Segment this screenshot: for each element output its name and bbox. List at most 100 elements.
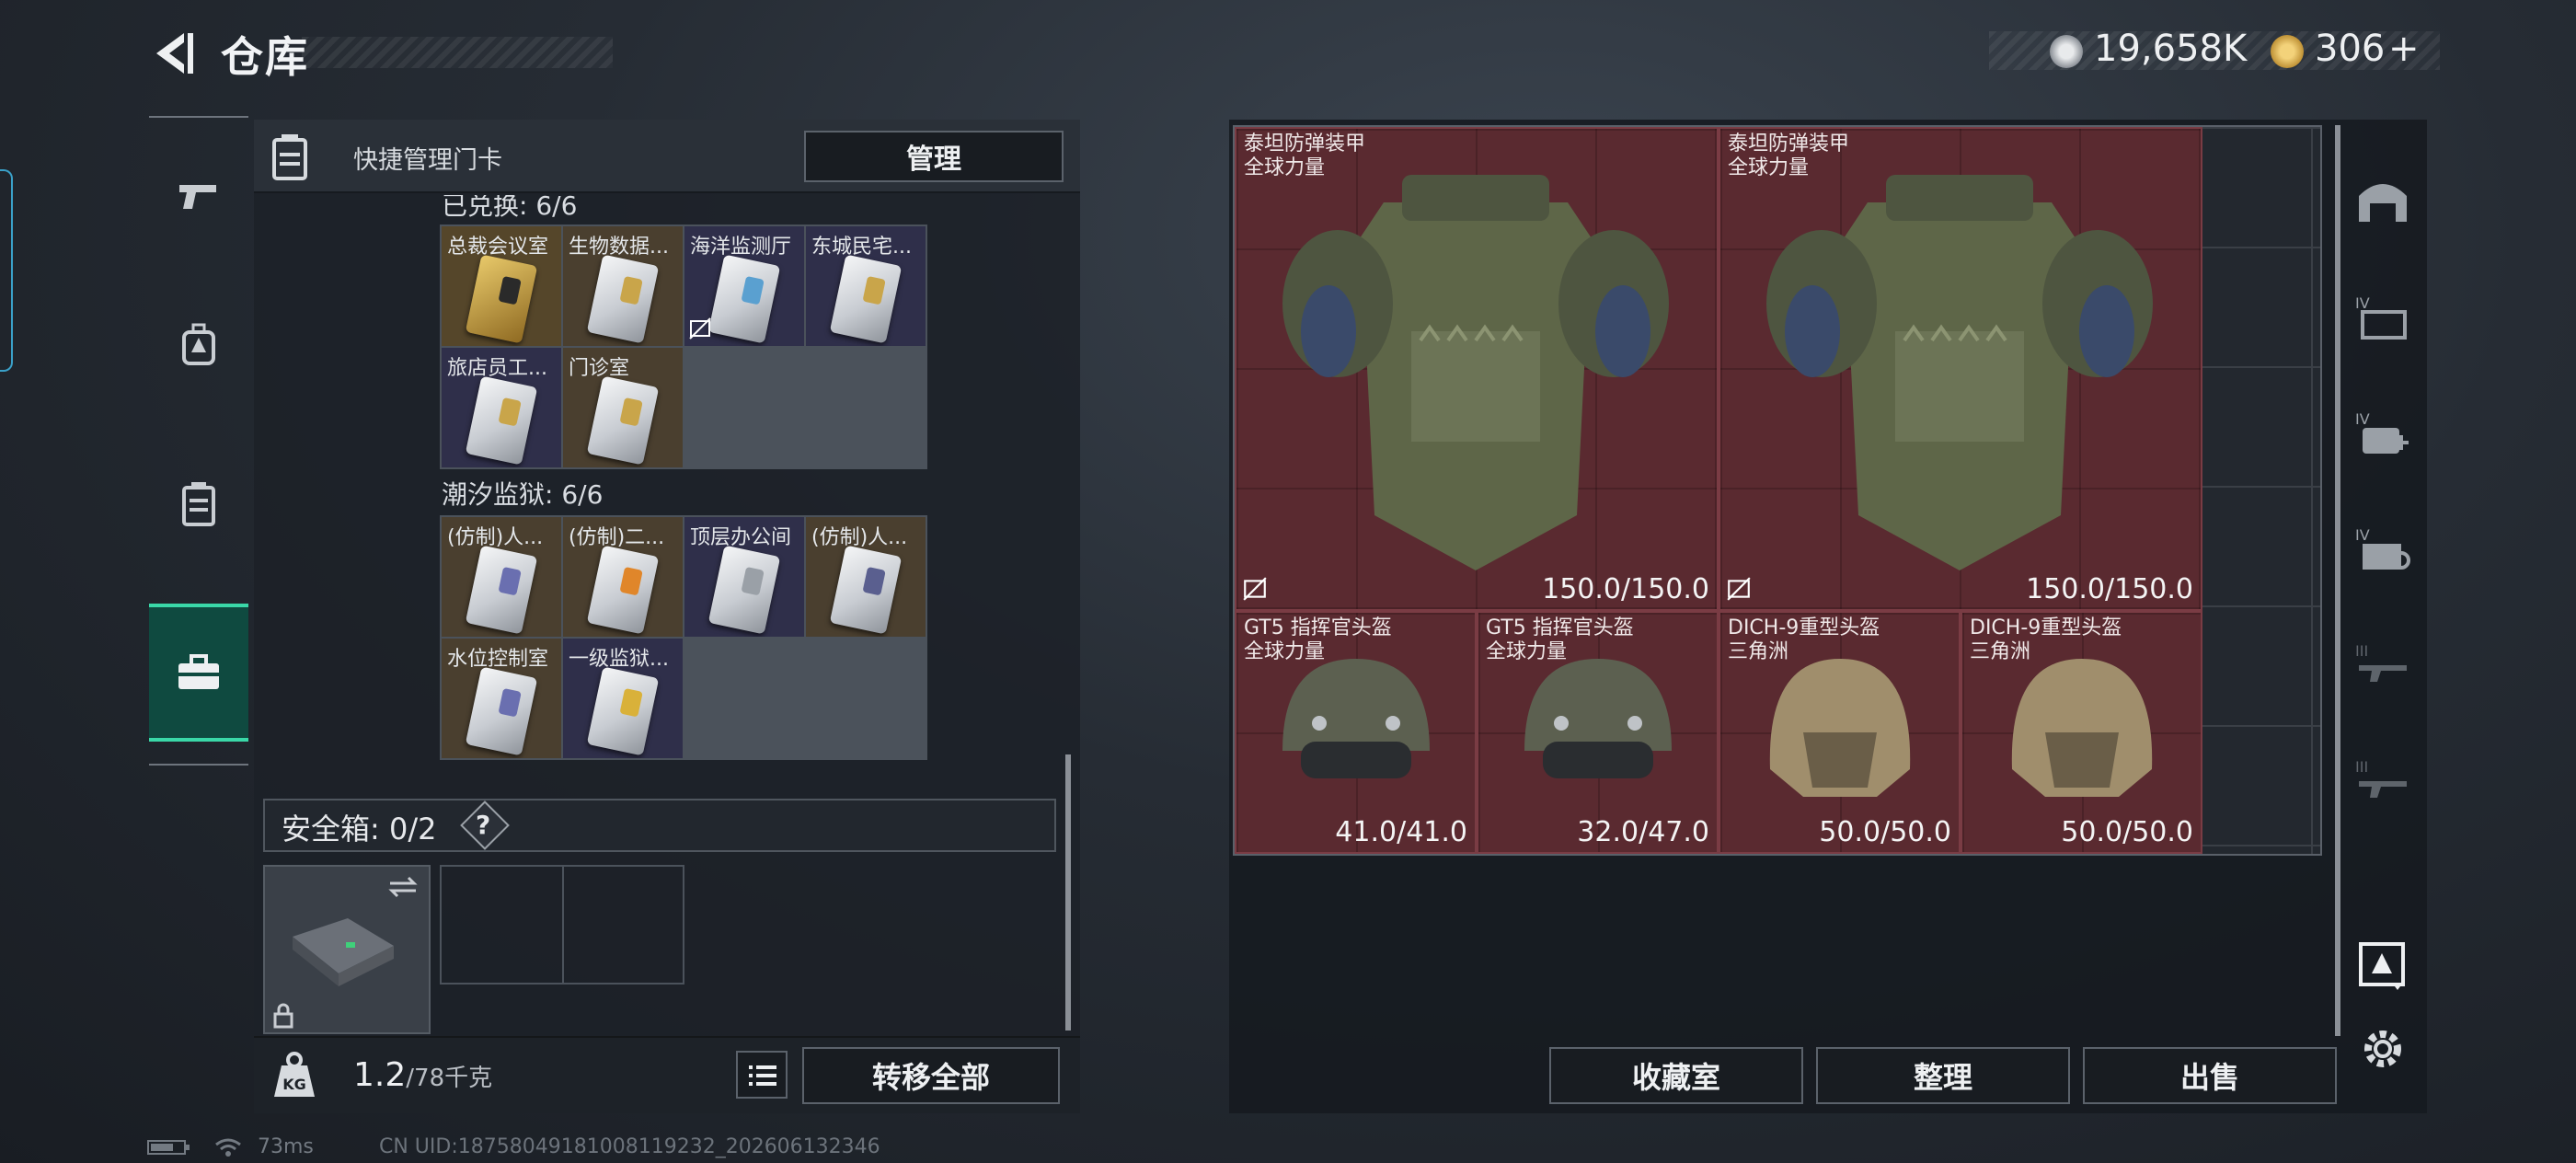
title-decoration [302, 37, 613, 68]
keycard-image [586, 375, 660, 466]
nav-backpack[interactable] [149, 276, 248, 414]
stash-item-armor[interactable]: 泰坦防弹装甲 全球力量 150.0/150.0 [1719, 127, 2202, 611]
item-durability: 50.0/50.0 [2061, 816, 2193, 848]
item-name: 泰坦防弹装甲 全球力量 [1244, 132, 1366, 179]
coin-icon [2050, 35, 2083, 68]
stash-item-helmet[interactable]: GT5 指挥官头盔 全球力量 32.0/47.0 [1477, 611, 1719, 854]
wifi-icon [215, 1138, 241, 1157]
stash-item-helmet[interactable]: DICH-9重型头盔 三角洲 50.0/50.0 [1719, 611, 1961, 854]
keycard-slot[interactable]: 门诊室 [563, 348, 683, 467]
add-currency-button[interactable]: + [2388, 28, 2420, 70]
svg-text:III: III [2355, 758, 2368, 776]
keycard-slot[interactable]: (仿制)人... [806, 517, 926, 637]
medkit-icon: IV [2355, 410, 2409, 454]
ammo-box-icon: IV [2355, 294, 2407, 340]
armor-image [1766, 175, 2153, 570]
no-trade-icon [1243, 577, 1267, 601]
collection-room-button[interactable]: 收藏室 [1549, 1047, 1803, 1104]
stash-item-armor[interactable]: 泰坦防弹装甲 全球力量 150.0/150.0 [1235, 127, 1719, 611]
item-name: DICH-9重型头盔 三角洲 [1728, 616, 1880, 663]
left-scrollbar[interactable] [1065, 754, 1071, 1031]
keycard-slot[interactable]: 一级监狱... [563, 639, 683, 758]
keycard-image [465, 254, 538, 344]
keycard-slot[interactable]: 总裁会议室 [442, 226, 561, 346]
nav-weapons[interactable] [149, 127, 248, 265]
keycard-slot[interactable]: 旅店员工... [442, 348, 561, 467]
empty-slot[interactable] [442, 867, 562, 983]
keycard-slot[interactable]: 顶层办公间 [684, 517, 804, 637]
weight-icon: KG [274, 1052, 315, 1097]
briefcase-icon [178, 654, 219, 689]
helmet-image [1769, 659, 1911, 797]
section-label: 潮汐监狱: 6/6 [442, 479, 604, 510]
back-arrow-icon[interactable] [147, 28, 199, 79]
item-durability: 32.0/47.0 [1577, 816, 1709, 848]
keycard-slot[interactable]: (仿制)二... [563, 517, 683, 637]
left-edge-tab[interactable] [0, 169, 13, 372]
item-name: 泰坦防弹装甲 全球力量 [1728, 132, 1850, 179]
svg-text:IV: IV [2355, 526, 2370, 544]
svg-text:III: III [2355, 642, 2368, 660]
left-nav [149, 116, 248, 766]
keycard-slot[interactable]: 生物数据... [563, 226, 683, 346]
keycard-image [586, 545, 660, 635]
rifle-icon: III [2355, 642, 2407, 682]
keycard-image [707, 254, 781, 344]
keycard-grid-2: (仿制)人... (仿制)二... 顶层办公间 (仿制)人... 水位控制室 一… [440, 515, 927, 760]
weight-max: /78千克 [406, 1065, 493, 1092]
keycard-slot[interactable]: 海洋监测厅 [684, 226, 804, 346]
list-view-button[interactable] [736, 1051, 788, 1099]
item-name: DICH-9重型头盔 三角洲 [1970, 616, 2122, 663]
stash-item-helmet[interactable]: DICH-9重型头盔 三角洲 50.0/50.0 [1961, 611, 2202, 854]
stash-item-helmet[interactable]: GT5 指挥官头盔 全球力量 41.0/41.0 [1235, 611, 1477, 854]
keycard-slot[interactable]: (仿制)人... [442, 517, 561, 637]
filter-ammo[interactable]: IV [2342, 261, 2423, 372]
safebox-slot[interactable] [263, 865, 431, 1034]
nav-safebox[interactable] [149, 604, 248, 742]
filter-weapons-iii[interactable]: III [2342, 609, 2423, 720]
keycard-image [465, 666, 538, 756]
no-trade-icon [1727, 577, 1751, 601]
empty-slot[interactable] [562, 867, 683, 983]
stash-scrollbar[interactable] [2335, 125, 2340, 1036]
keycard-slot[interactable]: 东城民宅... [806, 226, 926, 346]
auto-sort-icon[interactable] [2355, 937, 2409, 990]
keycard-image [465, 375, 538, 466]
filter-medical[interactable]: IV [2342, 377, 2423, 488]
weight-current: 1.2 [353, 1056, 407, 1094]
keycard-image [829, 545, 903, 635]
rifle-icon: III [2355, 758, 2407, 798]
triangle-coin-icon [2271, 35, 2304, 68]
item-name: GT5 指挥官头盔 全球力量 [1486, 616, 1634, 663]
quick-manage-label: 快捷管理门卡 [353, 146, 502, 175]
filter-all[interactable] [2342, 145, 2423, 256]
toolbox-icon: IV [2355, 526, 2410, 570]
nav-keycards[interactable] [149, 434, 248, 572]
item-name: GT5 指挥官头盔 全球力量 [1244, 616, 1392, 663]
keycard-image [586, 666, 660, 756]
filter-tools[interactable]: IV [2342, 493, 2423, 604]
filter-weapons-iii-b[interactable]: III [2342, 725, 2423, 835]
keycard-grid-1: 总裁会议室 生物数据... 海洋监测厅 东城民宅... 旅店员工... 门诊室 [440, 225, 927, 469]
page-title: 仓库 [221, 32, 309, 82]
safebox-empty-slots [440, 865, 684, 985]
status-bar: 73ms [147, 1135, 314, 1158]
keycard-image [465, 545, 538, 635]
keycard-slot[interactable]: 水位控制室 [442, 639, 561, 758]
keycard-image [586, 254, 660, 344]
manage-button[interactable]: 管理 [804, 131, 1064, 182]
item-durability: 41.0/41.0 [1335, 816, 1467, 848]
svg-text:IV: IV [2355, 410, 2370, 428]
sell-button[interactable]: 出售 [2083, 1047, 2337, 1104]
sort-button[interactable]: 整理 [1816, 1047, 2070, 1104]
keycard-image [707, 545, 781, 635]
transfer-all-button[interactable]: 转移全部 [802, 1047, 1060, 1104]
swap-icon[interactable] [386, 874, 420, 900]
armor-image [1282, 175, 1669, 570]
item-durability: 50.0/50.0 [1819, 816, 1951, 848]
battery-icon [147, 1140, 190, 1155]
svg-text:IV: IV [2355, 294, 2370, 312]
item-durability: 150.0/150.0 [2026, 573, 2193, 605]
lock-icon [273, 1003, 293, 1029]
gear-icon[interactable] [2359, 1025, 2407, 1073]
